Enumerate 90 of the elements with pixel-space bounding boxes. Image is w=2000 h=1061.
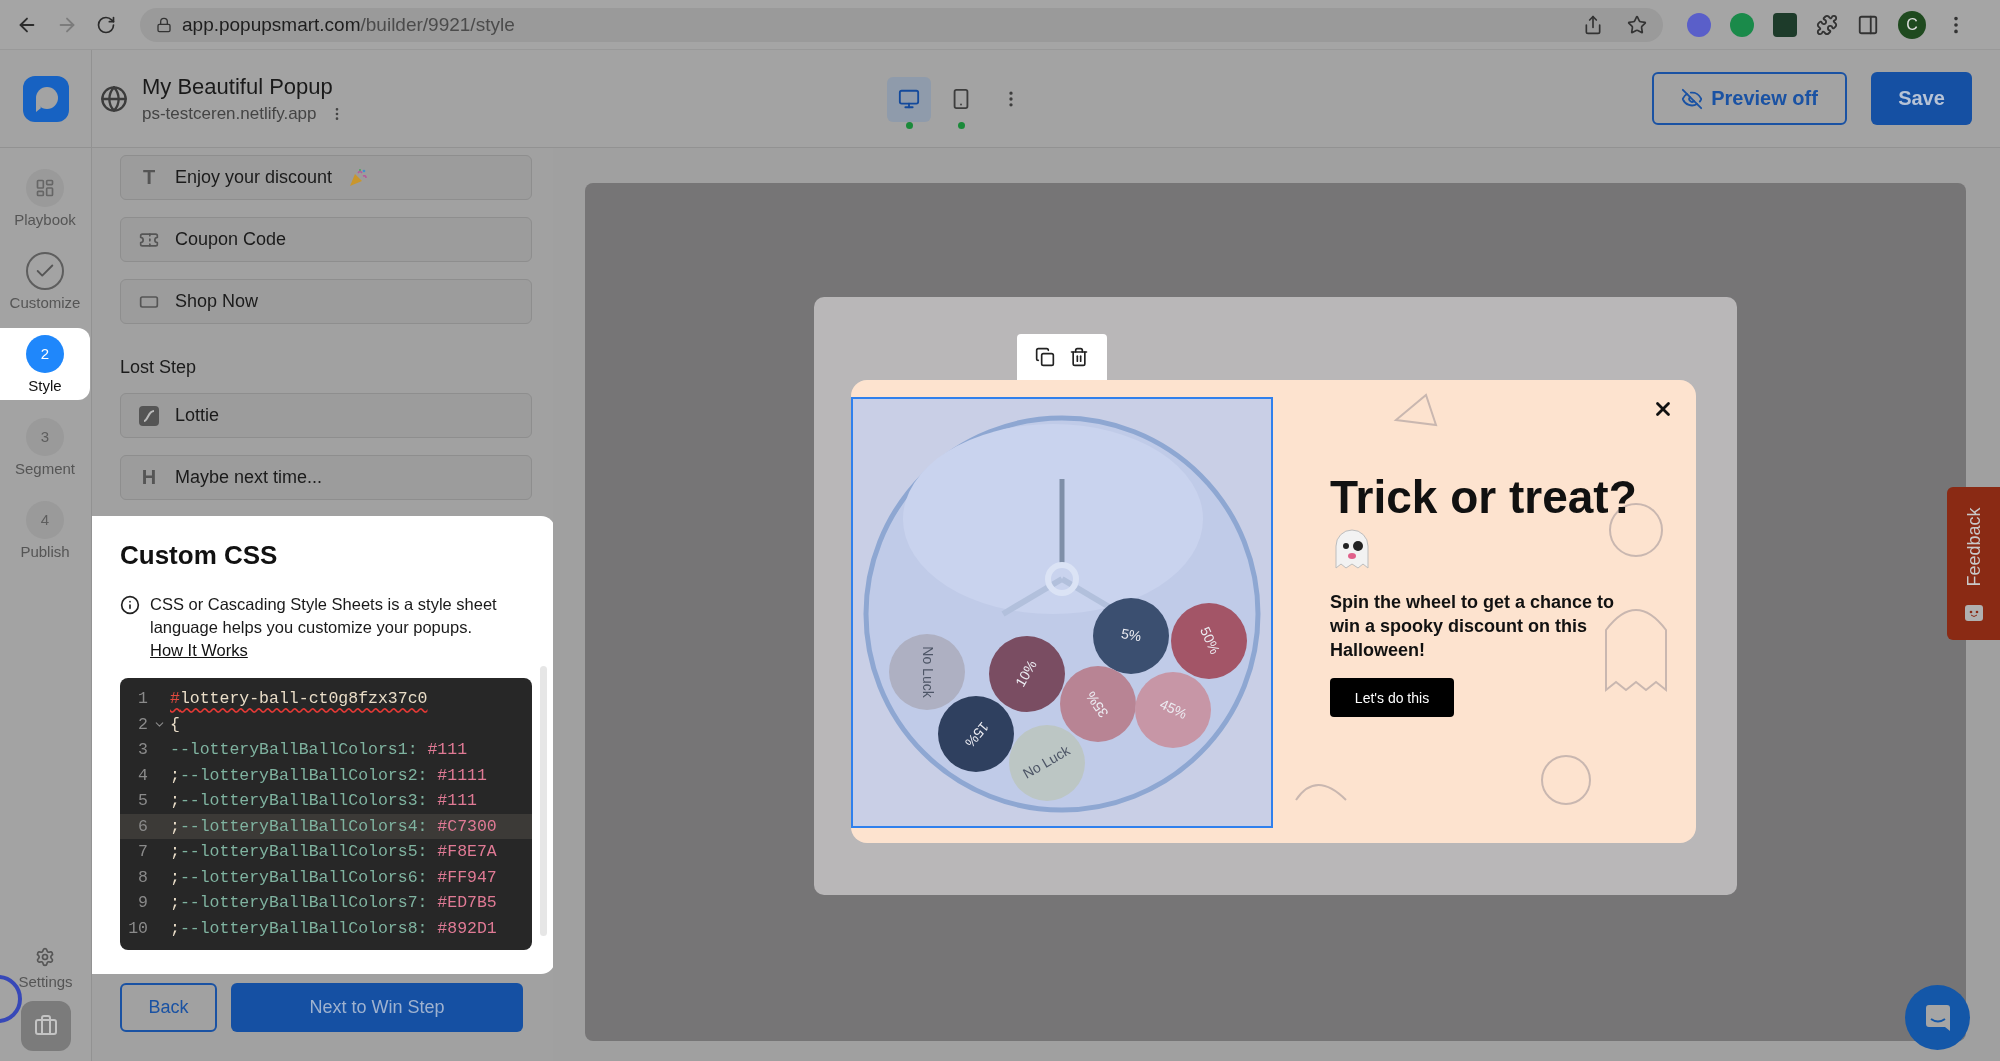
dashboard-icon bbox=[35, 177, 55, 198]
step-number: 3 bbox=[26, 417, 64, 456]
copy-icon[interactable] bbox=[1035, 347, 1055, 367]
share-icon[interactable] bbox=[1583, 14, 1603, 35]
next-button[interactable]: Next to Win Step bbox=[231, 983, 523, 1032]
status-dot bbox=[905, 121, 913, 129]
line-number: 1 bbox=[137, 689, 148, 709]
element-label: Coupon Code bbox=[175, 229, 287, 250]
step-label: Playbook bbox=[14, 210, 76, 228]
line-number: 2 bbox=[137, 714, 148, 734]
step-label: Customize bbox=[9, 293, 81, 311]
lottery-ball: 50% bbox=[1171, 603, 1247, 679]
code-line: --lotteryBallBallColors1: #111 bbox=[170, 740, 468, 760]
address-bar[interactable]: app.popupsmart.com/builder/9921/style bbox=[140, 7, 1663, 42]
desktop-view-button[interactable] bbox=[887, 76, 932, 122]
element-label: Maybe next time... bbox=[175, 467, 323, 488]
monitor-icon bbox=[898, 88, 921, 110]
globe-icon bbox=[100, 84, 128, 113]
preview-button[interactable]: Preview off bbox=[1652, 72, 1847, 125]
line-number: 5 bbox=[137, 791, 148, 811]
code-line: ;--lotteryBallBallColors6: #FF947 bbox=[170, 867, 497, 887]
popup-title: My Beautiful Popup bbox=[142, 73, 334, 100]
step-item[interactable]: 2 Style bbox=[0, 328, 90, 400]
lock-icon bbox=[156, 16, 172, 33]
lottery-ball: No Luck bbox=[889, 634, 965, 710]
step-number: 2 bbox=[26, 334, 64, 373]
how-it-works-link[interactable]: How It Works bbox=[150, 641, 248, 659]
card-title: Custom CSS bbox=[120, 540, 279, 571]
line-number: 6 bbox=[137, 816, 148, 836]
delete-icon[interactable] bbox=[1069, 347, 1089, 367]
section-title: Lost Step bbox=[120, 357, 198, 378]
element-row[interactable]: H Maybe next time... bbox=[120, 455, 532, 500]
lottery-ball: No Luck bbox=[1009, 725, 1085, 801]
element-label: Enjoy your discount bbox=[175, 167, 333, 188]
popup-heading: Trick or treat? bbox=[1330, 472, 1638, 522]
lottery-ball: 45% bbox=[1135, 672, 1211, 748]
code-line: ;--lotteryBallBallColors7: #ED7B5 bbox=[170, 893, 497, 913]
sidebar-icon[interactable] bbox=[1857, 13, 1879, 36]
party-popper-icon bbox=[348, 167, 369, 188]
line-number: 9 bbox=[137, 893, 148, 913]
lottery-ball: 5% bbox=[1093, 598, 1169, 674]
line-number: 7 bbox=[137, 842, 148, 862]
lottie-icon bbox=[139, 405, 159, 426]
status-dot bbox=[957, 121, 965, 129]
settings-icon bbox=[35, 947, 56, 967]
smiley-chat-icon bbox=[1962, 602, 1985, 623]
briefcase-button[interactable] bbox=[20, 1001, 71, 1051]
step-label: Style bbox=[28, 376, 62, 394]
step-item[interactable]: 4 Publish bbox=[0, 494, 90, 566]
code-line: ;--lotteryBallBallColors3: #111 bbox=[170, 791, 477, 811]
code-line: { bbox=[170, 714, 180, 734]
reload-icon bbox=[96, 14, 116, 35]
settings-button[interactable]: Settings bbox=[18, 947, 73, 990]
element-row[interactable]: Lottie bbox=[120, 393, 532, 438]
line-number: 3 bbox=[137, 740, 148, 760]
code-line: ;--lotteryBallBallColors2: #1111 bbox=[170, 765, 487, 785]
extension-icon[interactable] bbox=[1773, 12, 1797, 37]
code-line: #lottery-ball-ct0g8fzx37c0 bbox=[170, 689, 428, 709]
step-label: Segment bbox=[14, 459, 75, 477]
element-row[interactable]: Coupon Code bbox=[120, 217, 532, 262]
element-row[interactable]: Shop Now bbox=[120, 279, 532, 324]
feedback-tab[interactable]: Feedback bbox=[1947, 487, 2000, 640]
star-icon[interactable] bbox=[1627, 14, 1647, 35]
site-url: ps-testceren.netlify.app bbox=[142, 103, 317, 124]
step-item[interactable]: 3 Segment bbox=[0, 411, 90, 483]
step-item[interactable]: Playbook bbox=[0, 162, 90, 234]
info-icon bbox=[120, 595, 140, 615]
profile-avatar[interactable]: C bbox=[1898, 10, 1926, 39]
code-line: ;--lotteryBallBallColors8: #892D1 bbox=[170, 918, 497, 938]
step-label: Publish bbox=[20, 542, 70, 560]
step-number: 4 bbox=[26, 500, 64, 539]
code-line: ;--lotteryBallBallColors4: #C7300 bbox=[170, 816, 497, 836]
element-row[interactable]: T Enjoy your discount bbox=[120, 155, 532, 200]
line-number: 4 bbox=[137, 765, 148, 785]
save-button[interactable]: Save bbox=[1871, 72, 1972, 125]
code-editor[interactable] bbox=[120, 678, 532, 950]
puzzle-icon[interactable] bbox=[1816, 13, 1838, 36]
code-line: ;--lotteryBallBallColors5: #F8E7A bbox=[170, 842, 497, 862]
text-glyph: H bbox=[140, 466, 158, 489]
cta-button[interactable]: Let's do this bbox=[1330, 678, 1454, 717]
popup-body: Spin the wheel to get a chance to win a spooky discount on this Halloween! bbox=[1330, 591, 1616, 662]
eye-off-icon bbox=[1681, 87, 1704, 110]
element-label: Shop Now bbox=[175, 291, 259, 312]
line-number: 8 bbox=[137, 867, 148, 887]
element-label: Lottie bbox=[175, 405, 220, 426]
logo-icon bbox=[22, 75, 69, 122]
description: CSS or Cascading Style Sheets is a style sheet language helps you customize your popups. How It Works bbox=[150, 594, 498, 661]
briefcase-icon bbox=[33, 1014, 58, 1038]
text-glyph: T bbox=[141, 166, 157, 189]
line-number: 10 bbox=[127, 918, 148, 938]
